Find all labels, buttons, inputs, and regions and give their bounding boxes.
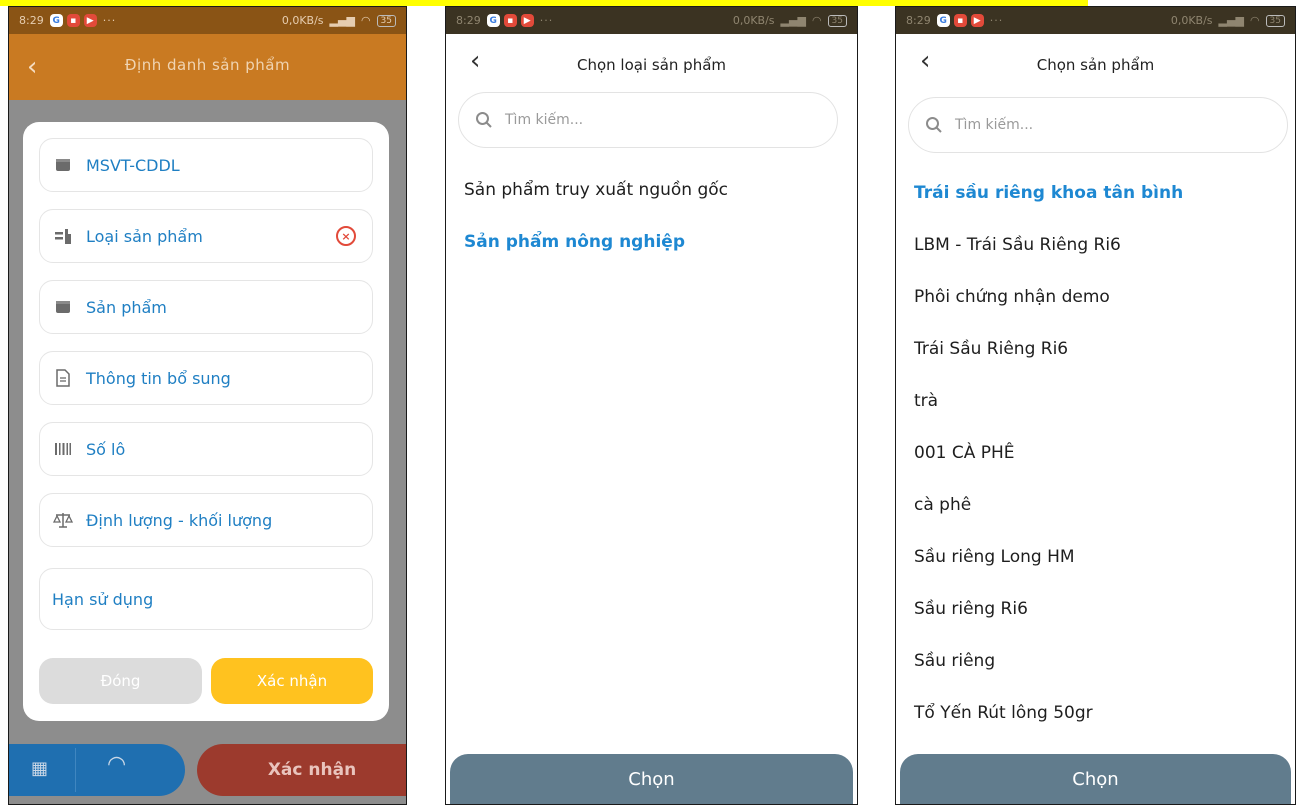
youtube-icon: ▶ bbox=[83, 14, 97, 27]
search-input[interactable]: Tìm kiếm... bbox=[458, 92, 838, 148]
field-label: Sản phẩm bbox=[86, 297, 167, 317]
youtube-icon: ▶ bbox=[970, 14, 984, 27]
qr-code-icon[interactable]: ▦ bbox=[31, 758, 48, 779]
status-bar: 8:29 G ▪ ▶ ··· 0,0KB/s ▂▄▆ ◠ 35 bbox=[896, 7, 1295, 34]
input-modal: MSVT-CDDL Loại sản phẩm × Sản phẩm Thông… bbox=[23, 122, 389, 721]
document-icon bbox=[52, 367, 74, 389]
field-product[interactable]: Sản phẩm bbox=[39, 280, 373, 334]
status-time: 8:29 bbox=[19, 14, 44, 27]
field-label: Hạn sử dụng bbox=[52, 589, 154, 609]
signal-icon: ▂▄▆ bbox=[329, 14, 355, 27]
search-placeholder: Tìm kiếm... bbox=[955, 117, 1034, 133]
list-item-selected[interactable]: Trái sầu riêng khoa tân bình bbox=[914, 167, 1285, 219]
field-quantity-weight[interactable]: Định lượng - khối lượng bbox=[39, 493, 373, 547]
list-item[interactable]: 001 CÀ PHÊ bbox=[914, 427, 1285, 479]
search-icon bbox=[475, 111, 493, 129]
status-right: 0,0KB/s ▂▄▆ ◠ 35 bbox=[733, 14, 847, 27]
notification-icons: G ▪ ▶ bbox=[49, 14, 97, 27]
field-label: Số lô bbox=[86, 439, 126, 459]
battery-icon: 35 bbox=[827, 14, 847, 27]
screen-choose-product-type: 8:29 G ▪ ▶ ··· 0,0KB/s ▂▄▆ ◠ 35 ‹ Chọn l… bbox=[445, 6, 858, 805]
status-bar: 8:29 G ▪ ▶ ··· 0,0KB/s ▂▄▆ ◠ 35 bbox=[9, 7, 406, 34]
status-time: 8:29 bbox=[906, 14, 931, 27]
field-label: Định lượng - khối lượng bbox=[86, 510, 273, 530]
field-additional-info[interactable]: Thông tin bổ sung bbox=[39, 351, 373, 405]
list-item[interactable]: Sầu riêng Ri6 bbox=[914, 583, 1285, 635]
field-msvt-cddl[interactable]: MSVT-CDDL bbox=[39, 138, 373, 192]
net-speed: 0,0KB/s bbox=[732, 14, 775, 27]
list-item[interactable]: Trái Sầu Riêng Ri6 bbox=[914, 323, 1285, 375]
status-bar: 8:29 G ▪ ▶ ··· 0,0KB/s ▂▄▆ ◠ 35 bbox=[446, 7, 857, 34]
product-list: Trái sầu riêng khoa tân bình LBM - Trái … bbox=[914, 167, 1285, 791]
divider bbox=[75, 748, 76, 792]
field-expiry-date[interactable]: Hạn sử dụng bbox=[39, 568, 373, 630]
signal-icon: ▂▄▆ bbox=[780, 14, 806, 27]
screen-choose-product: 8:29 G ▪ ▶ ··· 0,0KB/s ▂▄▆ ◠ 35 ‹ Chọn s… bbox=[895, 6, 1296, 805]
status-right: 0,0KB/s ▂▄▆ ◠ 35 bbox=[1171, 14, 1285, 27]
google-icon: G bbox=[936, 14, 950, 27]
page-title: Chọn loại sản phẩm bbox=[576, 56, 727, 74]
list-item[interactable]: trà bbox=[914, 375, 1285, 427]
confirm-button[interactable]: Xác nhận bbox=[211, 658, 373, 704]
app-bar: ‹ Định danh sản phẩm bbox=[9, 34, 406, 100]
list-item[interactable]: cà phê bbox=[914, 479, 1285, 531]
page-title: Định danh sản phẩm bbox=[124, 56, 291, 74]
more-notifications-icon: ··· bbox=[102, 14, 117, 27]
sort-icon bbox=[52, 225, 74, 247]
list-item[interactable]: Sầu riêng bbox=[914, 635, 1285, 687]
choose-button[interactable]: Chọn bbox=[900, 754, 1291, 804]
screen-product-identity: 8:29 G ▪ ▶ ··· 0,0KB/s ▂▄▆ ◠ 35 ‹ Định d… bbox=[8, 6, 407, 805]
list-item[interactable]: Sầu riêng Long HM bbox=[914, 531, 1285, 583]
status-right: 0,0KB/s ▂▄▆ ◠ 35 bbox=[282, 14, 396, 27]
field-label: Thông tin bổ sung bbox=[86, 368, 231, 388]
list-item[interactable]: Phôi chứng nhận demo bbox=[914, 271, 1285, 323]
more-notifications-icon: ··· bbox=[539, 14, 554, 27]
choose-button[interactable]: Chọn bbox=[450, 754, 853, 804]
header: ‹ Chọn sản phẩm bbox=[896, 34, 1295, 94]
clear-icon[interactable]: × bbox=[336, 226, 356, 246]
notification-icons: G ▪ ▶ bbox=[486, 14, 534, 27]
scan-pill: ▦ ◠ bbox=[9, 744, 185, 796]
google-icon: G bbox=[49, 14, 63, 27]
bottom-confirm-button[interactable]: Xác nhận bbox=[197, 744, 406, 796]
status-time: 8:29 bbox=[456, 14, 481, 27]
scale-icon bbox=[52, 509, 74, 531]
app-icon: ▪ bbox=[66, 14, 80, 27]
wifi-icon: ◠ bbox=[811, 14, 822, 27]
nfc-icon[interactable]: ◠ bbox=[107, 752, 126, 777]
field-product-type[interactable]: Loại sản phẩm × bbox=[39, 209, 373, 263]
wifi-icon: ◠ bbox=[1249, 14, 1260, 27]
google-icon: G bbox=[486, 14, 500, 27]
list-item[interactable]: Sản phẩm truy xuất nguồn gốc bbox=[464, 164, 847, 216]
net-speed: 0,0KB/s bbox=[1170, 14, 1213, 27]
list-item-selected[interactable]: Sản phẩm nông nghiệp bbox=[464, 216, 847, 268]
field-label: MSVT-CDDL bbox=[86, 155, 180, 175]
box-icon bbox=[52, 296, 74, 318]
header: ‹ Chọn loại sản phẩm bbox=[446, 34, 857, 94]
youtube-icon: ▶ bbox=[520, 14, 534, 27]
bottom-action-bar: ▦ ◠ Xác nhận bbox=[9, 738, 406, 796]
list-item[interactable]: LBM - Trái Sầu Riêng Ri6 bbox=[914, 219, 1285, 271]
notification-icons: G ▪ ▶ bbox=[936, 14, 984, 27]
signal-icon: ▂▄▆ bbox=[1218, 14, 1244, 27]
battery-icon: 35 bbox=[376, 14, 396, 27]
search-placeholder: Tìm kiếm... bbox=[505, 112, 584, 128]
list-item[interactable]: Tổ Yến Rút lông 50gr bbox=[914, 687, 1285, 739]
product-type-list: Sản phẩm truy xuất nguồn gốc Sản phẩm nô… bbox=[464, 164, 847, 268]
page-title: Chọn sản phẩm bbox=[1036, 56, 1155, 74]
search-icon bbox=[925, 116, 943, 134]
more-notifications-icon: ··· bbox=[989, 14, 1004, 27]
field-label: Loại sản phẩm bbox=[86, 226, 203, 246]
box-icon bbox=[52, 154, 74, 176]
battery-icon: 35 bbox=[1265, 14, 1285, 27]
app-icon: ▪ bbox=[503, 14, 517, 27]
field-lot-number[interactable]: Số lô bbox=[39, 422, 373, 476]
wifi-icon: ◠ bbox=[360, 14, 371, 27]
close-button[interactable]: Đóng bbox=[39, 658, 202, 704]
net-speed: 0,0KB/s bbox=[281, 14, 324, 27]
search-input[interactable]: Tìm kiếm... bbox=[908, 97, 1288, 153]
barcode-icon bbox=[52, 438, 74, 460]
app-icon: ▪ bbox=[953, 14, 967, 27]
